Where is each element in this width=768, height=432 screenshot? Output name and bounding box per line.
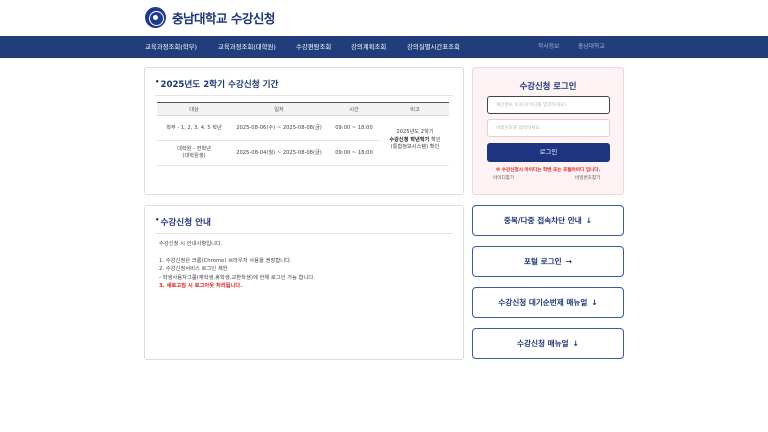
guide-intro: 수강신청 시 안내사항입니다. [159,241,223,247]
student-id-input[interactable]: 개인정보 보호(아이디를 입력하세요) [487,96,610,114]
login-title: 수강신청 로그인 [519,81,577,91]
target-line: 대학원 - 전학년 [177,146,211,152]
button-label: 수강신청 매뉴얼 [517,339,569,348]
login-button[interactable]: 로그인 [487,143,610,162]
note-line: 2025년도 2학기 [396,129,434,136]
note-line: 확인 [429,136,441,143]
guide-text: 수강신청 시 안내사항입니다. 1. 수강신청은 크롬(Chrome) 브라우저… [159,240,315,290]
panel-title: 2025년도 2학기 수강신청 기간 [155,78,278,90]
guide-warning: 3. 새로고침 시 로그아웃 처리됩니다. [159,283,243,290]
date-cell: 2025-08-06(수) ~ 2025-08-08(금) [231,115,327,141]
login-warning: ※ 수강신청시 아이디는 학번 또는 포털아이디 입니다. [495,168,601,173]
column-header: 대상 [157,102,231,116]
password-input[interactable]: 비밀번호를 입력하세요 [487,119,610,137]
guide-line: 2. 수강신청서비스 로그인 제한 [159,266,228,273]
time-cell: 09:00 ~ 18:00 [327,140,381,166]
column-header: 비고 [381,102,449,116]
date-cell: 2025-08-04(월) ~ 2025-08-08(금) [231,140,327,166]
nav-item-course-catalog[interactable]: 수강편람조회 [296,36,331,58]
note-line: (통합정보시스템) 확인 [390,144,440,151]
nav-item-university[interactable]: 충남대학교 [578,36,605,58]
site-logo[interactable]: 충남대학교 수강신청 [145,7,275,28]
target-cell: 학부 - 1, 2, 3, 4, 5 학년 [157,115,231,141]
nav-item-curriculum-undergrad[interactable]: 교육과정조회(학부) [145,36,197,58]
arrow-right-icon: → [565,257,572,266]
guide-line: 1. 수강신청은 크롬(Chrome) 브라우저 사용을 권장합니다. [159,257,292,264]
registration-period-panel: 2025년도 2학기 수강신청 기간 대상 일자 시간 비고 학부 - 1, 2… [144,67,464,195]
nav-item-syllabus[interactable]: 강의계획조회 [351,36,386,58]
divider [155,233,453,234]
target-line: (대학원생) [182,153,206,159]
registration-guide-panel: 수강신청 안내 수강신청 시 안내사항입니다. 1. 수강신청은 크롬(Chro… [144,205,464,360]
note-cell: 2025년도 2학기 수강신청 학년학기 확인 (통합정보시스템) 확인 [381,115,449,166]
time-cell: 09:00 ~ 18:00 [327,115,381,141]
find-id-link[interactable]: 아이디찾기 [493,175,514,181]
table-header-row: 대상 일자 시간 비고 [157,102,449,116]
column-header: 일자 [231,102,327,116]
note-bold: 수강신청 학년학기 [389,136,430,143]
registration-period-table: 대상 일자 시간 비고 학부 - 1, 2, 3, 4, 5 학년 2025-0… [157,102,449,166]
panel-title: 수강신청 안내 [155,216,210,228]
main-nav: 교육과정조회(학부) 교육과정조회(대학원) 수강편람조회 강의계획조회 강의실… [0,36,768,58]
find-password-link[interactable]: 비밀번호찾기 [575,175,600,181]
site-title: 충남대학교 수강신청 [172,11,275,26]
university-emblem-icon [145,7,166,28]
concurrent-access-guide-button[interactable]: 중복/다중 접속차단 안내 ↓ [472,205,624,236]
header: 충남대학교 수강신청 [0,0,768,36]
table-row: 학부 - 1, 2, 3, 4, 5 학년 2025-08-06(수) ~ 20… [157,115,449,166]
button-label: 중복/다중 접속차단 안내 [503,216,582,225]
nav-item-academic-info[interactable]: 학사정보 [538,36,559,58]
download-icon: ↓ [591,298,598,307]
target-cell: 대학원 - 전학년 (대학원생) [157,140,231,166]
queue-manual-button[interactable]: 수강신청 대기순번제 매뉴얼 ↓ [472,287,624,318]
column-header: 시간 [327,102,381,116]
guide-line: - 학생사용자그룹(재학생,휴학생,교환학생)에 한해 로그인 가능 합니다. [159,274,315,281]
divider [155,95,453,96]
button-label: 수강신청 대기순번제 매뉴얼 [498,298,588,307]
registration-manual-button[interactable]: 수강신청 매뉴얼 ↓ [472,328,624,359]
portal-login-button[interactable]: 포털 로그인 → [472,246,624,277]
nav-item-curriculum-grad[interactable]: 교육과정조회(대학원) [218,36,276,58]
download-icon: ↓ [572,339,579,348]
download-icon: ↓ [585,216,593,225]
button-label: 포털 로그인 [524,257,562,266]
login-panel: 수강신청 로그인 개인정보 보호(아이디를 입력하세요) 비밀번호를 입력하세요… [472,67,624,195]
nav-item-room-timetable[interactable]: 강의실별시간표조회 [407,36,460,58]
